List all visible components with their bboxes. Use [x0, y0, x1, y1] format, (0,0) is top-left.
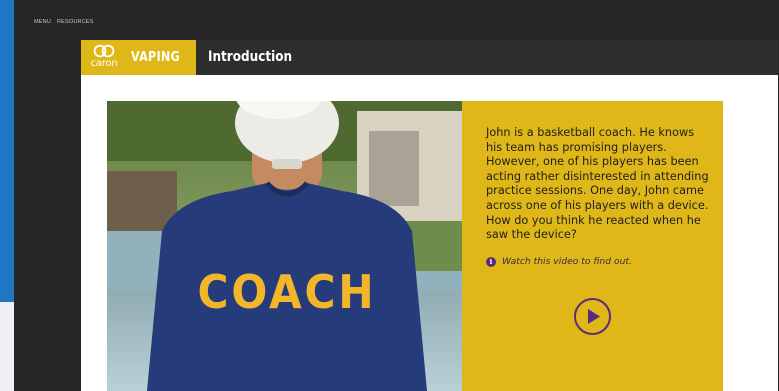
lesson-frame: caron VAPING Introduction COACH John is … — [81, 40, 778, 391]
left-blue-strip — [0, 0, 14, 302]
resources-link[interactable]: RESOURCES — [57, 19, 94, 25]
play-video-button[interactable] — [574, 298, 611, 335]
coach-photo-image — [107, 101, 462, 391]
shirt-lettering: COACH — [197, 265, 377, 319]
logo-word: caron — [90, 58, 118, 69]
info-icon: i — [486, 256, 496, 267]
page-title: Introduction — [208, 49, 293, 65]
video-hint-text: Watch this video to find out. — [502, 256, 632, 267]
story-text: John is a basketball coach. He knows his… — [486, 126, 709, 242]
brand-title: VAPING — [131, 50, 180, 65]
caron-logo-icon — [93, 44, 115, 58]
caron-logo: caron — [87, 40, 121, 75]
video-hint: i Watch this video to find out. — [486, 256, 632, 267]
menu-link[interactable]: MENU — [34, 19, 51, 25]
brand-block: caron VAPING — [81, 40, 196, 75]
left-pale-strip — [0, 302, 14, 391]
play-icon — [588, 309, 600, 324]
top-menu: MENU RESOURCES — [34, 19, 94, 25]
story-card: John is a basketball coach. He knows his… — [462, 101, 723, 391]
coach-photo: COACH — [107, 101, 462, 391]
lesson-header: caron VAPING Introduction — [81, 40, 778, 75]
